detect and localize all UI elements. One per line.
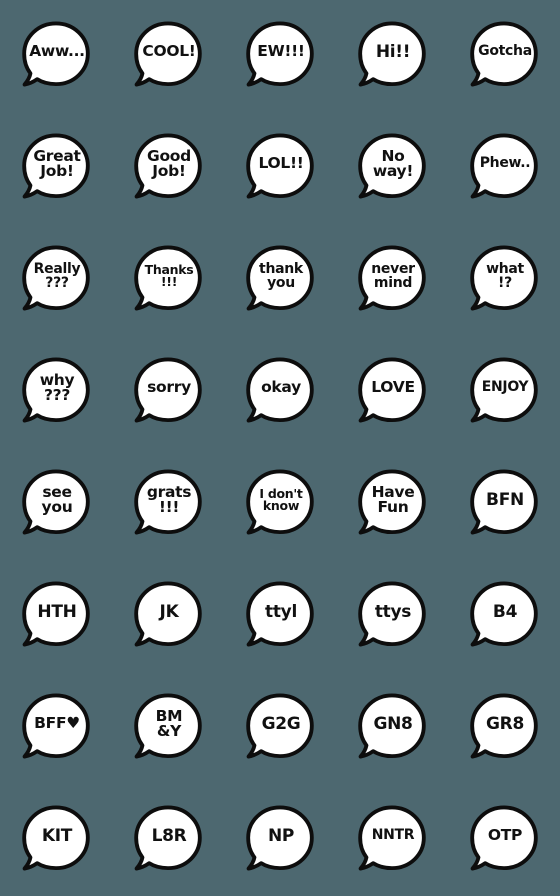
sticker-label: BFN [486,489,524,510]
emoji-sticker[interactable]: grats !!! [112,448,224,560]
sticker-label: OTP [487,826,523,845]
sticker-label: Thanks !!! [144,261,194,289]
emoji-sticker[interactable]: L8R [112,784,224,896]
emoji-sticker[interactable]: G2G [224,672,336,784]
sticker-label: Good Job! [147,146,191,180]
emoji-sticker[interactable]: NNTR [336,784,448,896]
emoji-sticker[interactable]: Great Job! [0,112,112,224]
emoji-sticker[interactable]: HTH [0,560,112,672]
sticker-label: BM &Y [155,706,183,740]
emoji-sticker[interactable]: OTP [448,784,560,896]
sticker-label: NNTR [371,827,415,844]
emoji-sticker[interactable]: Gotcha [448,0,560,112]
emoji-sticker[interactable]: JK [112,560,224,672]
emoji-sticker[interactable]: LOL!! [224,112,336,224]
emoji-sticker[interactable]: BFN [448,448,560,560]
sticker-label: Hi!! [375,41,411,62]
emoji-sticker[interactable]: thank you [224,224,336,336]
sticker-label: Really ??? [33,261,81,291]
sticker-label: HTH [37,601,77,622]
sticker-label: Aww... [29,42,85,61]
sticker-label: Gotcha [478,43,532,60]
emoji-sticker[interactable]: I don't know [224,448,336,560]
sticker-label: ttyl [265,601,297,622]
sticker-label: LOVE [371,378,415,397]
sticker-label: COOL! [142,42,196,61]
sticker-label: I don't know [259,485,303,513]
emoji-sticker[interactable]: never mind [336,224,448,336]
emoji-sticker[interactable]: ttyl [224,560,336,672]
sticker-label: ttys [374,601,412,622]
emoji-sticker[interactable]: Hi!! [336,0,448,112]
sticker-label: what !? [486,261,524,291]
emoji-sticker[interactable]: Good Job! [112,112,224,224]
emoji-sticker[interactable]: EW!!! [224,0,336,112]
sticker-label: KIT [41,825,73,846]
emoji-sticker[interactable]: okay [224,336,336,448]
sticker-label: Phew.. [479,155,531,172]
emoji-sticker[interactable]: KIT [0,784,112,896]
emoji-sticker[interactable]: GN8 [336,672,448,784]
sticker-label: see you [41,482,73,516]
sticker-label: L8R [151,825,187,846]
emoji-sticker[interactable]: Aww... [0,0,112,112]
sticker-label: JK [159,601,179,622]
emoji-sticker[interactable]: sorry [112,336,224,448]
emoji-sticker[interactable]: BM &Y [112,672,224,784]
sticker-label: thank you [259,261,303,291]
sticker-label: okay [261,378,301,397]
emoji-sticker[interactable]: LOVE [336,336,448,448]
emoji-sticker[interactable]: Have Fun [336,448,448,560]
emoji-sticker[interactable]: Thanks !!! [112,224,224,336]
sticker-label: ENJOY [481,379,529,396]
emoji-sticker[interactable]: why ??? [0,336,112,448]
sticker-label: GN8 [373,713,413,734]
emoji-sticker[interactable]: BFF♥ [0,672,112,784]
emoji-sticker[interactable]: Phew.. [448,112,560,224]
emoji-sticker[interactable]: Really ??? [0,224,112,336]
sticker-label: G2G [261,713,301,734]
sticker-label: LOL!! [258,154,304,173]
emoji-sticker[interactable]: COOL! [112,0,224,112]
sticker-label: NP [267,825,295,846]
emoji-sticker[interactable]: NP [224,784,336,896]
sticker-label: No way! [372,146,414,180]
sticker-label: B4 [492,601,518,622]
emoji-sticker[interactable]: B4 [448,560,560,672]
emoji-sticker[interactable]: what !? [448,224,560,336]
sticker-label: BFF♥ [34,714,80,733]
sticker-label: grats !!! [146,482,192,516]
emoji-sticker[interactable]: ttys [336,560,448,672]
emoji-sticker[interactable]: ENJOY [448,336,560,448]
sticker-label: Have Fun [371,482,415,516]
sticker-label: sorry [147,378,191,397]
sticker-label: Great Job! [33,146,81,180]
sticker-label: EW!!! [257,42,305,61]
emoji-sticker[interactable]: No way! [336,112,448,224]
sticker-label: GR8 [486,713,524,734]
emoji-sticker-grid: Aww... COOL! EW!!! Hi!! Gotcha Great Job! Good… [0,0,560,896]
sticker-label: never mind [371,261,415,291]
sticker-label: why ??? [39,370,75,404]
emoji-sticker[interactable]: see you [0,448,112,560]
emoji-sticker[interactable]: GR8 [448,672,560,784]
